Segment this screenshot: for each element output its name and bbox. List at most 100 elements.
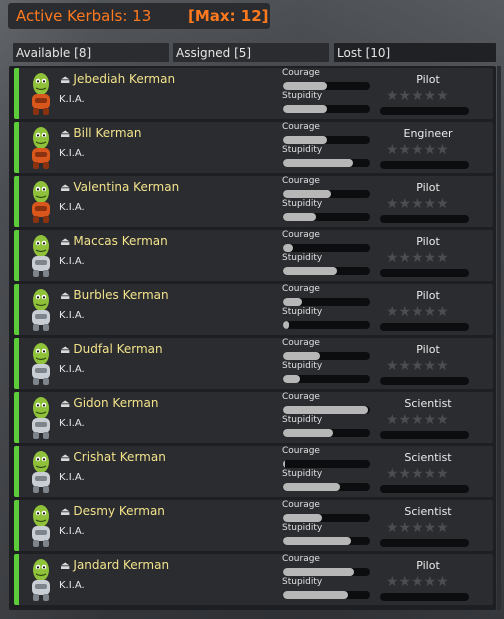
tab-lost[interactable]: Lost [10] <box>334 43 496 62</box>
kerbal-name[interactable]: ⏏ Crishat Kerman <box>60 450 166 464</box>
experience-stars-icon: ★★★★★ <box>386 196 449 212</box>
kerbal-row[interactable]: ⏏ Jebediah Kerman K.I.A. Courage Stupidit… <box>14 68 493 119</box>
kerbal-row[interactable]: ⏏ Maccas Kerman K.I.A. Courage Stupidity … <box>14 230 493 281</box>
experience-stars-icon: ★★★★★ <box>386 88 449 104</box>
experience-bar <box>380 539 469 547</box>
courage-fill <box>283 298 302 306</box>
kerbal-name-label: Jebediah Kerman <box>73 72 176 86</box>
kerbal-portrait-icon <box>32 73 50 115</box>
courage-label: Courage <box>282 122 320 132</box>
hanger-icon[interactable]: ⏏ <box>60 451 70 464</box>
tab-assigned[interactable]: Assigned [5] <box>173 43 329 62</box>
courage-fill <box>283 136 327 144</box>
courage-bar <box>283 298 370 306</box>
courage-fill <box>283 514 322 522</box>
kerbal-name[interactable]: ⏏ Jebediah Kerman <box>60 72 175 86</box>
kerbal-row[interactable]: ⏏ Valentina Kerman K.I.A. Courage Stupidi… <box>14 176 493 227</box>
kerbal-portrait-icon <box>32 397 50 439</box>
kerbal-row[interactable]: ⏏ Jandard Kerman K.I.A. Courage Stupidity… <box>14 554 493 605</box>
kerbal-name-label: Valentina Kerman <box>73 180 180 194</box>
experience-bar <box>380 161 469 169</box>
tab-available[interactable]: Available [8] <box>13 43 169 62</box>
stupidity-fill <box>283 105 327 113</box>
courage-label: Courage <box>282 446 320 456</box>
status-stripe <box>14 284 19 335</box>
stupidity-fill <box>283 483 340 491</box>
courage-bar <box>283 514 370 522</box>
kerbal-name[interactable]: ⏏ Desmy Kerman <box>60 504 165 518</box>
kerbal-name-label: Desmy Kerman <box>73 504 165 518</box>
hanger-icon[interactable]: ⏏ <box>60 181 70 194</box>
kerbal-name[interactable]: ⏏ Jandard Kerman <box>60 558 169 572</box>
courage-label: Courage <box>282 392 320 402</box>
courage-label: Courage <box>282 68 320 78</box>
courage-label: Courage <box>282 554 320 564</box>
kerbal-portrait-icon <box>32 343 50 385</box>
courage-bar <box>283 460 370 468</box>
stupidity-bar <box>283 213 370 221</box>
stupidity-bar <box>283 537 370 545</box>
crew-header: Active Kerbals: 13 [Max: 12] <box>8 3 270 29</box>
hanger-icon[interactable]: ⏏ <box>60 397 70 410</box>
experience-bar <box>380 215 469 223</box>
kerbal-name[interactable]: ⏏ Burbles Kerman <box>60 288 169 302</box>
experience-bar <box>380 269 469 277</box>
kerbal-row[interactable]: ⏏ Bill Kerman K.I.A. Courage Stupidity En… <box>14 122 493 173</box>
kerbal-status: K.I.A. <box>59 418 85 429</box>
kerbal-name-label: Bill Kerman <box>73 126 142 140</box>
kerbal-name-label: Jandard Kerman <box>73 558 170 572</box>
experience-bar <box>380 107 469 115</box>
stupidity-bar <box>283 375 370 383</box>
kerbal-portrait-icon <box>32 235 50 277</box>
kerbal-portrait-icon <box>32 127 50 169</box>
max-kerbals: [Max: 12] <box>188 7 269 25</box>
hanger-icon[interactable]: ⏏ <box>60 73 70 86</box>
courage-label: Courage <box>282 500 320 510</box>
kerbal-row[interactable]: ⏏ Dudfal Kerman K.I.A. Courage Stupidity … <box>14 338 493 389</box>
courage-label: Courage <box>282 338 320 348</box>
kerbal-portrait-icon <box>32 451 50 493</box>
kerbal-trait: Engineer <box>403 127 453 140</box>
status-stripe <box>14 68 19 119</box>
kerbal-status: K.I.A. <box>59 202 85 213</box>
courage-fill <box>283 352 320 360</box>
status-stripe <box>14 230 19 281</box>
kerbal-portrait-icon <box>32 505 50 547</box>
status-stripe <box>14 500 19 551</box>
hanger-icon[interactable]: ⏏ <box>60 235 70 248</box>
hanger-icon[interactable]: ⏏ <box>60 505 70 518</box>
status-stripe <box>14 392 19 443</box>
experience-bar <box>380 593 469 601</box>
kerbal-name[interactable]: ⏏ Maccas Kerman <box>60 234 168 248</box>
hanger-icon[interactable]: ⏏ <box>60 127 70 140</box>
stupidity-fill <box>283 375 300 383</box>
courage-fill <box>283 406 368 414</box>
kerbal-row[interactable]: ⏏ Gidon Kerman K.I.A. Courage Stupidity S… <box>14 392 493 443</box>
kerbal-name[interactable]: ⏏ Valentina Kerman <box>60 180 179 194</box>
kerbal-name-label: Maccas Kerman <box>73 234 168 248</box>
stupidity-label: Stupidity <box>282 469 323 479</box>
stupidity-label: Stupidity <box>282 307 323 317</box>
kerbal-trait: Pilot <box>416 73 440 86</box>
kerbal-portrait-icon <box>32 559 50 601</box>
kerbal-trait: Pilot <box>416 235 440 248</box>
stupidity-bar <box>283 267 370 275</box>
hanger-icon[interactable]: ⏏ <box>60 343 70 356</box>
courage-fill <box>283 460 285 468</box>
hanger-icon[interactable]: ⏏ <box>60 289 70 302</box>
kerbal-name[interactable]: ⏏ Dudfal Kerman <box>60 342 163 356</box>
kerbal-row[interactable]: ⏏ Desmy Kerman K.I.A. Courage Stupidity S… <box>14 500 493 551</box>
list-scrollbar[interactable] <box>497 66 501 610</box>
courage-label: Courage <box>282 176 320 186</box>
kerbal-name[interactable]: ⏏ Bill Kerman <box>60 126 141 140</box>
kerbal-trait: Scientist <box>404 397 452 410</box>
kerbal-status: K.I.A. <box>59 94 85 105</box>
kerbal-name[interactable]: ⏏ Gidon Kerman <box>60 396 158 410</box>
kerbal-trait: Scientist <box>404 505 452 518</box>
stupidity-fill <box>283 213 316 221</box>
hanger-icon[interactable]: ⏏ <box>60 559 70 572</box>
stupidity-fill <box>283 429 333 437</box>
kerbal-row[interactable]: ⏏ Crishat Kerman K.I.A. Courage Stupidity… <box>14 446 493 497</box>
kerbal-row[interactable]: ⏏ Burbles Kerman K.I.A. Courage Stupidity… <box>14 284 493 335</box>
experience-stars-icon: ★★★★★ <box>386 358 449 374</box>
